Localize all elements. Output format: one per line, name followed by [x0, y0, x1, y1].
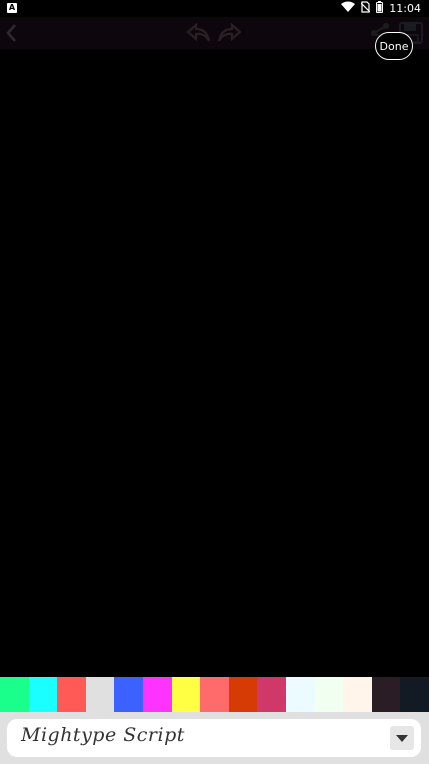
done-button[interactable]: Done: [375, 32, 413, 60]
color-swatch[interactable]: [114, 677, 143, 712]
font-name-label: Mightype Script: [21, 724, 185, 746]
clock: 11:04: [389, 2, 421, 15]
color-swatch[interactable]: [371, 677, 401, 712]
color-swatch[interactable]: [85, 677, 115, 712]
wifi-icon: [341, 1, 356, 16]
color-swatch[interactable]: [200, 677, 229, 712]
color-swatch[interactable]: [314, 677, 344, 712]
status-bar: A 11:04: [0, 0, 429, 17]
color-swatch[interactable]: [171, 677, 201, 712]
editor-toolbar: [0, 17, 429, 49]
color-swatch[interactable]: [257, 677, 286, 712]
undo-icon[interactable]: [186, 21, 212, 49]
redo-icon[interactable]: [216, 21, 242, 49]
color-swatch[interactable]: [343, 677, 372, 712]
notification-icon: A: [7, 3, 17, 13]
color-swatch[interactable]: [228, 677, 258, 712]
editor-screen: A 11:04 Done Mightype Script: [0, 0, 429, 764]
font-dropdown[interactable]: Mightype Script: [7, 719, 421, 757]
font-selector-bar: Mightype Script: [0, 712, 429, 764]
status-indicators: 11:04: [341, 1, 421, 16]
color-palette: [0, 677, 429, 712]
color-swatch[interactable]: [57, 677, 86, 712]
chevron-down-icon: [396, 735, 408, 742]
color-swatch[interactable]: [0, 677, 29, 712]
color-swatch[interactable]: [28, 677, 58, 712]
text-canvas[interactable]: [0, 49, 429, 677]
color-swatch[interactable]: [142, 677, 172, 712]
no-sim-icon: [360, 1, 371, 16]
back-icon[interactable]: [4, 21, 20, 49]
dropdown-button[interactable]: [390, 726, 414, 750]
color-swatch[interactable]: [285, 677, 315, 712]
battery-icon: [376, 1, 384, 16]
color-swatch[interactable]: [400, 677, 429, 712]
